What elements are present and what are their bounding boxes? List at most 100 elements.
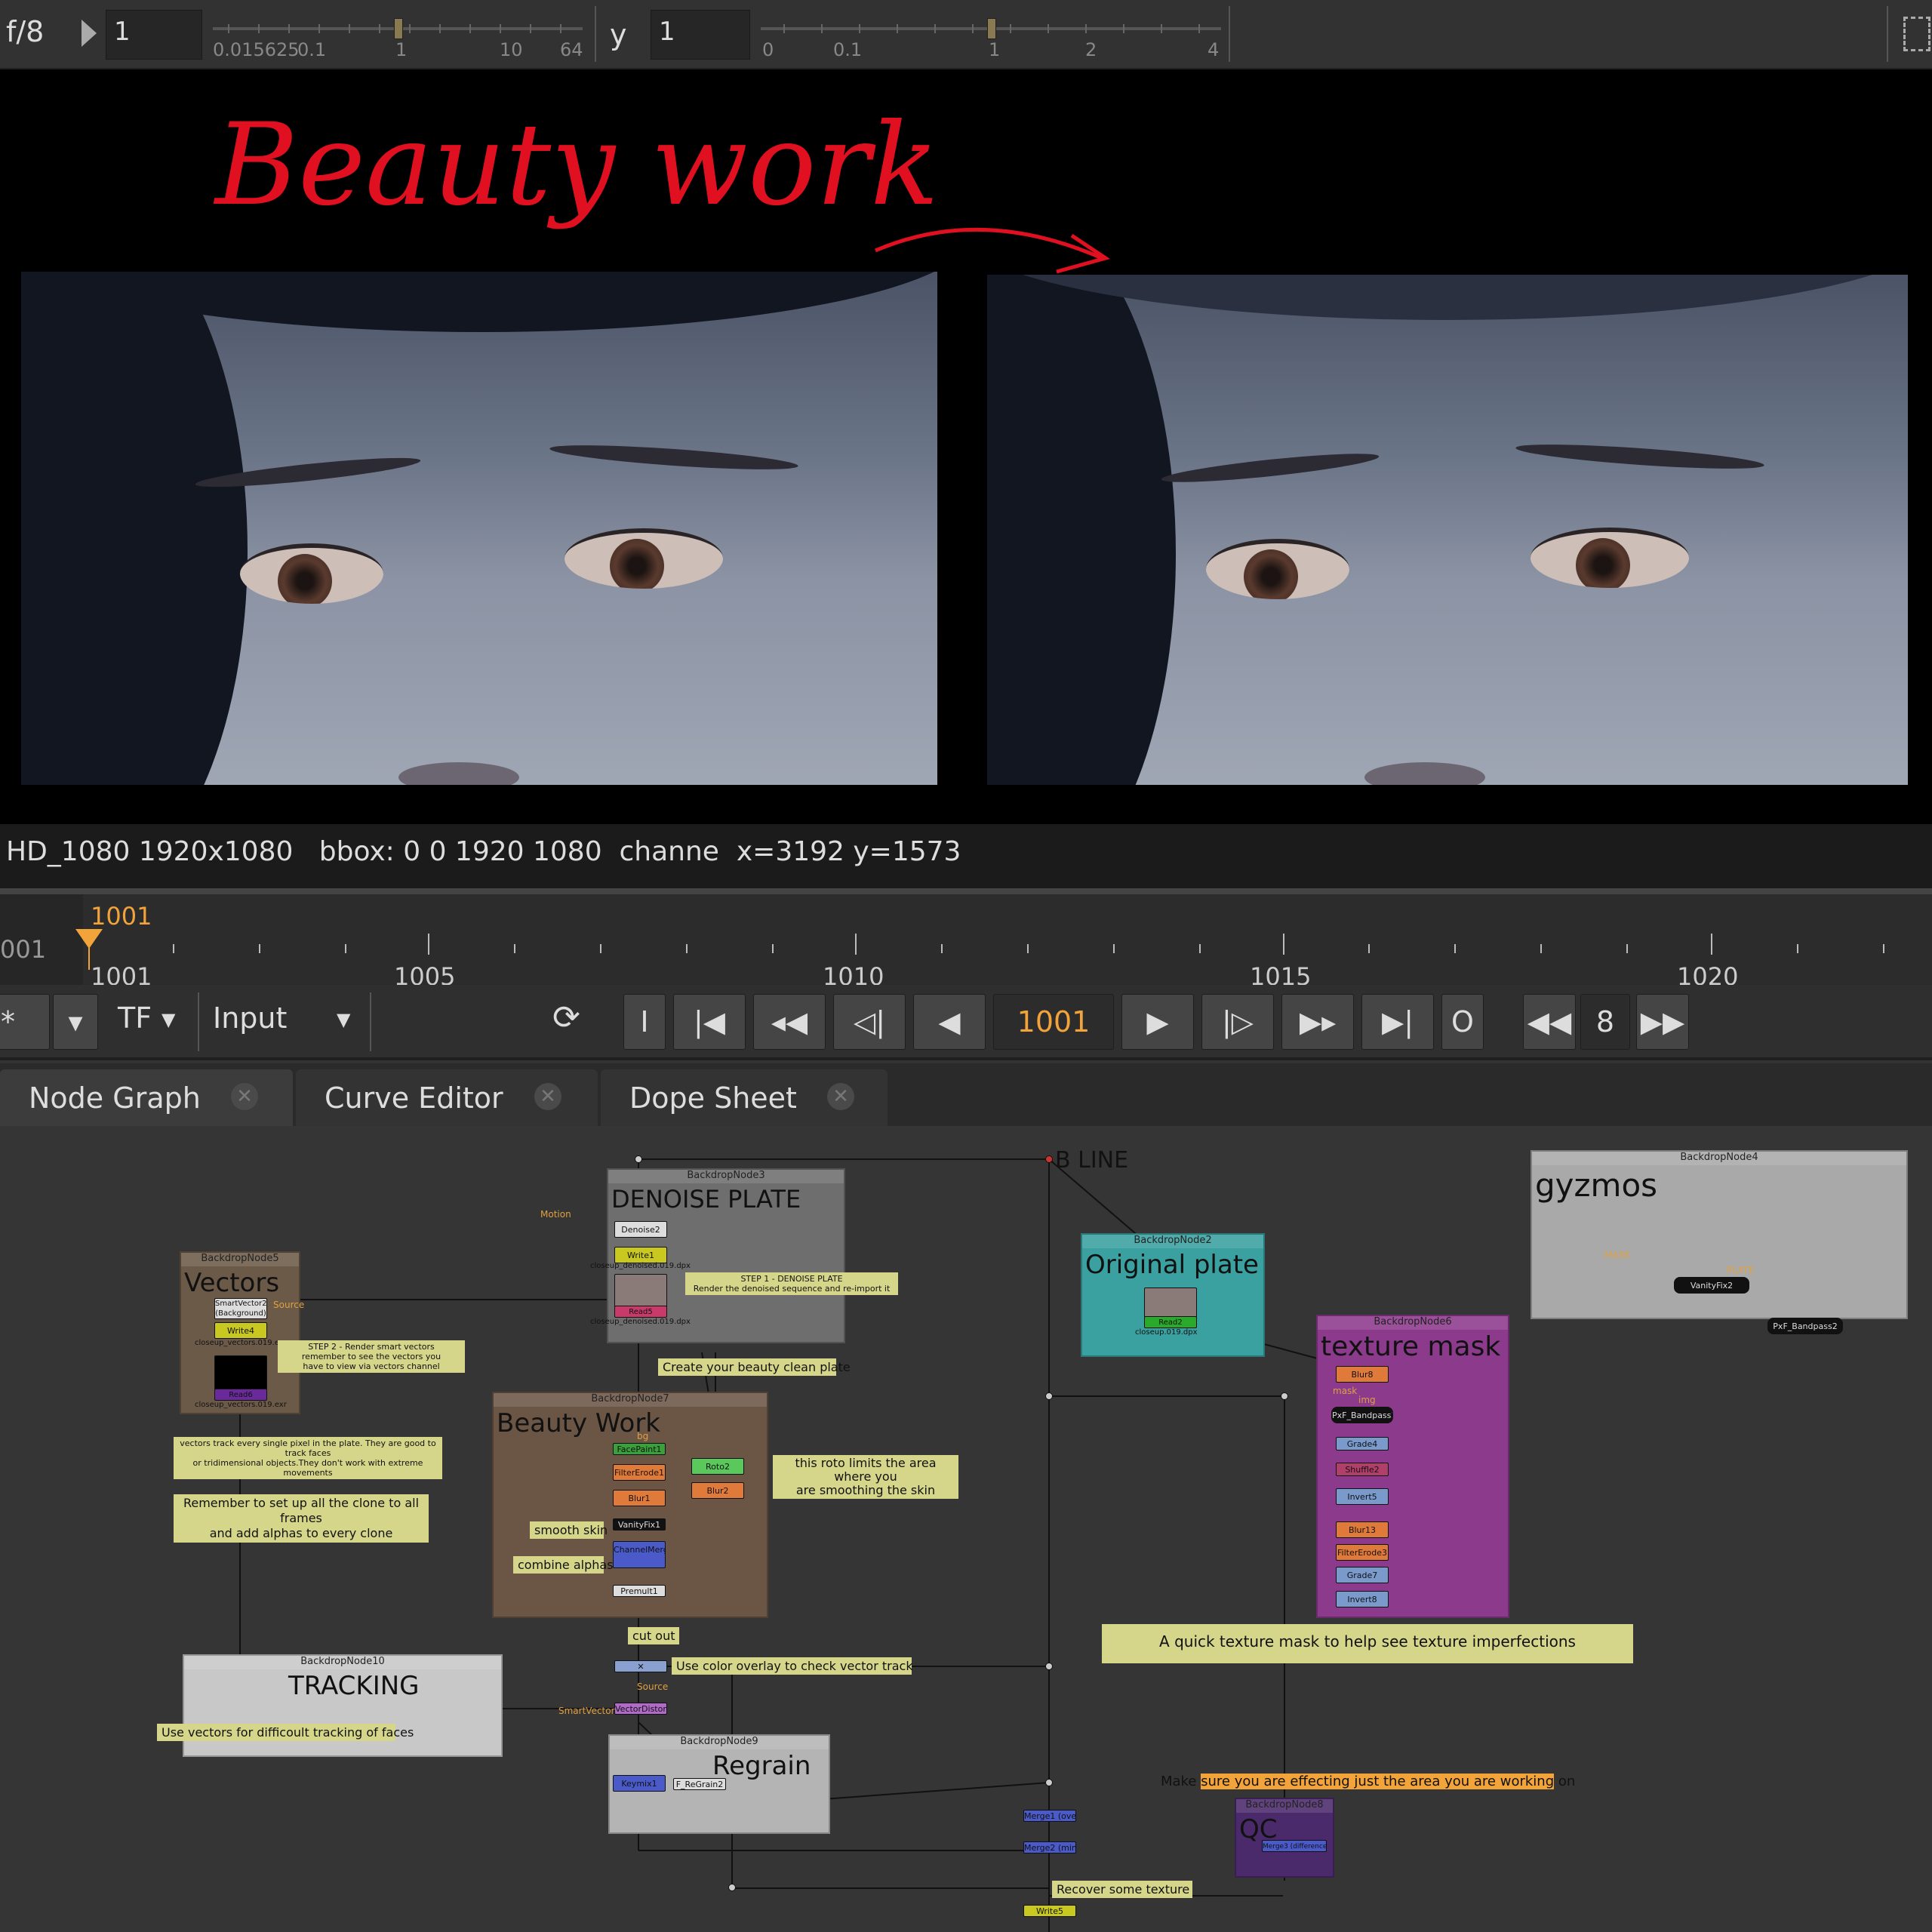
node-blur2[interactable]: Blur2 bbox=[691, 1482, 744, 1499]
play-forward-icon[interactable]: ▶ bbox=[1121, 994, 1194, 1050]
note-tracking[interactable]: Use vectors for difficoult tracking of f… bbox=[157, 1724, 414, 1741]
node-channelmerge[interactable]: ChannelMerge1 bbox=[613, 1541, 666, 1568]
note-remember[interactable]: Remember to set up all the clone to all … bbox=[174, 1494, 429, 1543]
note-step2[interactable]: STEP 2 - Render smart vectors remember t… bbox=[278, 1340, 465, 1373]
note-effecting[interactable]: Make sure you are effecting just the are… bbox=[1161, 1774, 1575, 1789]
input-dropdown[interactable]: Input bbox=[213, 1001, 287, 1035]
backdrop-vectors[interactable]: BackdropNode5 Vectors SmartVector2 (Back… bbox=[180, 1251, 304, 1414]
node-merge-over[interactable]: Merge1 (over) bbox=[1023, 1810, 1076, 1822]
viewer[interactable]: Beauty work bbox=[0, 69, 1932, 824]
node-read2[interactable]: Read2 bbox=[1144, 1316, 1197, 1328]
node-invert5[interactable]: Invert5 bbox=[1336, 1488, 1389, 1505]
node-write5[interactable]: Write5 bbox=[1023, 1905, 1076, 1917]
node-keymix[interactable]: Keymix1 bbox=[613, 1775, 666, 1792]
frame-input[interactable]: 1001 bbox=[993, 994, 1114, 1050]
mask-input-label: MASK bbox=[1604, 1250, 1631, 1260]
tf-dropdown[interactable]: TF bbox=[118, 1001, 152, 1035]
node-write4[interactable]: Write4 bbox=[214, 1322, 267, 1339]
node-graph[interactable]: B LINE BackdropNode5 Vectors SmartVector… bbox=[0, 1126, 1932, 1932]
backdrop-texture-mask[interactable]: BackdropNode6 texture mask Blur8 mask im… bbox=[1316, 1315, 1509, 1618]
node-roto2[interactable]: Roto2 bbox=[691, 1458, 744, 1475]
note-create[interactable]: Create your beauty clean plate bbox=[658, 1358, 851, 1376]
close-icon[interactable]: ✕ bbox=[534, 1083, 561, 1110]
node-read2-thumb[interactable] bbox=[1144, 1287, 1197, 1318]
node-read6[interactable]: Read6 bbox=[214, 1389, 267, 1401]
node-dot-switch[interactable]: ✕ bbox=[614, 1660, 667, 1672]
first-frame-icon[interactable]: |◀ bbox=[673, 994, 746, 1050]
node-vanityfix2[interactable]: VanityFix2 bbox=[1674, 1277, 1749, 1294]
node-facepaint[interactable]: FacePaint1 bbox=[613, 1443, 666, 1455]
backdrop-original-plate[interactable]: BackdropNode2 Original plate Read2 close… bbox=[1081, 1233, 1265, 1357]
backdrop-denoise[interactable]: BackdropNode3 DENOISE PLATE Denoise2 Wri… bbox=[590, 1168, 845, 1343]
loop-icon[interactable]: ⟳ bbox=[552, 998, 580, 1037]
last-frame-icon[interactable]: ▶| bbox=[1361, 994, 1434, 1050]
node-blur8[interactable]: Blur8 bbox=[1336, 1366, 1389, 1383]
node-merge-min[interactable]: Merge2 (min) bbox=[1023, 1841, 1076, 1854]
dropdown-chevron-icon[interactable]: ▾ bbox=[53, 994, 98, 1050]
gamma-slider-knob[interactable] bbox=[987, 18, 996, 39]
backdrop-tracking[interactable]: BackdropNode10 TRACKING bbox=[183, 1654, 503, 1757]
gamma-input[interactable]: 1 bbox=[651, 10, 750, 60]
node-filtererode1[interactable]: FilterErode1 bbox=[613, 1464, 666, 1481]
next-keyframe-icon[interactable]: ▶▸ bbox=[1281, 994, 1354, 1050]
node-grade4[interactable]: Grade4 bbox=[1336, 1437, 1389, 1451]
node-invert8[interactable]: Invert8 bbox=[1336, 1591, 1389, 1607]
backdrop-beauty-work[interactable]: BackdropNode7 Beauty Work bg FacePaint1 … bbox=[492, 1392, 768, 1618]
prev-keyframe-icon[interactable]: ◂◀ bbox=[753, 994, 826, 1050]
backdrop-gyzmos[interactable]: BackdropNode4 gyzmos MASK PLATE VanityFi… bbox=[1531, 1150, 1908, 1334]
node-read5-thumb[interactable] bbox=[614, 1274, 667, 1307]
gamma-slider[interactable]: 0 0.1 1 2 4 bbox=[761, 8, 1221, 60]
node-filtererode3[interactable]: FilterErode3 bbox=[1336, 1544, 1389, 1561]
skip-back-icon[interactable]: ◀◀ bbox=[1523, 994, 1576, 1050]
star-button[interactable]: * bbox=[0, 994, 50, 1050]
step-increment-input[interactable]: 8 bbox=[1580, 994, 1630, 1050]
backdrop-qc[interactable]: BackdropNode8 QC Merge3 (difference) bbox=[1235, 1798, 1334, 1878]
close-icon[interactable]: ✕ bbox=[827, 1083, 854, 1110]
fstop-label[interactable]: f/8 bbox=[6, 15, 44, 48]
node-bandpass2[interactable]: PxF_Bandpass2 bbox=[1767, 1318, 1843, 1334]
node-premult[interactable]: Premult1 bbox=[613, 1585, 666, 1597]
play-triangle-icon[interactable] bbox=[82, 20, 97, 47]
node-blur1[interactable]: Blur1 bbox=[613, 1490, 666, 1506]
node-grade7[interactable]: Grade7 bbox=[1336, 1567, 1389, 1583]
node-regrain2[interactable]: F_ReGrain2 bbox=[673, 1778, 726, 1790]
skip-forward-icon[interactable]: ▶▶ bbox=[1636, 994, 1689, 1050]
node-write1[interactable]: Write1 bbox=[614, 1247, 667, 1263]
note-smooth[interactable]: smooth skin bbox=[530, 1521, 608, 1539]
panel-tabs: Node Graph ✕ Curve Editor ✕ Dope Sheet ✕ bbox=[0, 1063, 1932, 1126]
close-icon[interactable]: ✕ bbox=[231, 1083, 258, 1110]
tab-dope-sheet[interactable]: Dope Sheet ✕ bbox=[601, 1069, 888, 1126]
note-vectors-track[interactable]: vectors track every single pixel in the … bbox=[174, 1437, 442, 1479]
note-overlay[interactable]: Use color overlay to check vector track bbox=[672, 1657, 913, 1675]
in-point-button[interactable]: I bbox=[623, 994, 666, 1050]
playhead-icon[interactable] bbox=[75, 929, 103, 949]
note-recover[interactable]: Recover some texture bbox=[1052, 1881, 1192, 1898]
out-point-button[interactable]: O bbox=[1441, 994, 1484, 1050]
step-back-icon[interactable]: ◁| bbox=[833, 994, 906, 1050]
note-step1[interactable]: STEP 1 - DENOISE PLATE Render the denois… bbox=[685, 1272, 898, 1295]
note-texmask[interactable]: A quick texture mask to help see texture… bbox=[1102, 1624, 1633, 1663]
tab-curve-editor[interactable]: Curve Editor ✕ bbox=[296, 1069, 598, 1126]
note-cutout[interactable]: cut out bbox=[628, 1627, 679, 1644]
node-vectordistort[interactable]: VectorDistort bbox=[614, 1703, 667, 1715]
note-roto[interactable]: this roto limits the area where you are … bbox=[773, 1455, 958, 1499]
gain-slider-knob[interactable] bbox=[394, 18, 403, 39]
node-smartvector[interactable]: SmartVector2 (Background) bbox=[214, 1298, 267, 1319]
note-combine[interactable]: combine alphas bbox=[513, 1556, 614, 1574]
node-read5[interactable]: Read5 bbox=[614, 1306, 667, 1318]
tab-node-graph[interactable]: Node Graph ✕ bbox=[0, 1069, 293, 1126]
play-backward-icon[interactable]: ◀ bbox=[913, 994, 986, 1050]
timeline[interactable]: 001 1001 1001 1005 1010 1015 1020 bbox=[0, 888, 1932, 991]
node-merge-diff[interactable]: Merge3 (difference) bbox=[1262, 1840, 1327, 1852]
gain-input[interactable]: 1 bbox=[106, 10, 202, 60]
backdrop-regrain[interactable]: BackdropNode9 Regrain Keymix1 F_ReGrain2 bbox=[608, 1734, 830, 1834]
node-bandpass1[interactable]: PxF_Bandpass1 bbox=[1331, 1407, 1393, 1423]
node-shuffle2[interactable]: Shuffle2 bbox=[1336, 1463, 1389, 1476]
node-read6-thumb[interactable] bbox=[214, 1355, 267, 1390]
node-denoise2[interactable]: Denoise2 bbox=[614, 1221, 667, 1238]
node-blur13[interactable]: Blur13 bbox=[1336, 1521, 1389, 1538]
roi-icon[interactable] bbox=[1903, 17, 1930, 51]
gain-slider[interactable]: 0.015625 0.1 1 10 64 bbox=[213, 8, 583, 60]
node-vanityfix1[interactable]: VanityFix1 bbox=[613, 1518, 666, 1531]
step-forward-icon[interactable]: |▷ bbox=[1201, 994, 1274, 1050]
